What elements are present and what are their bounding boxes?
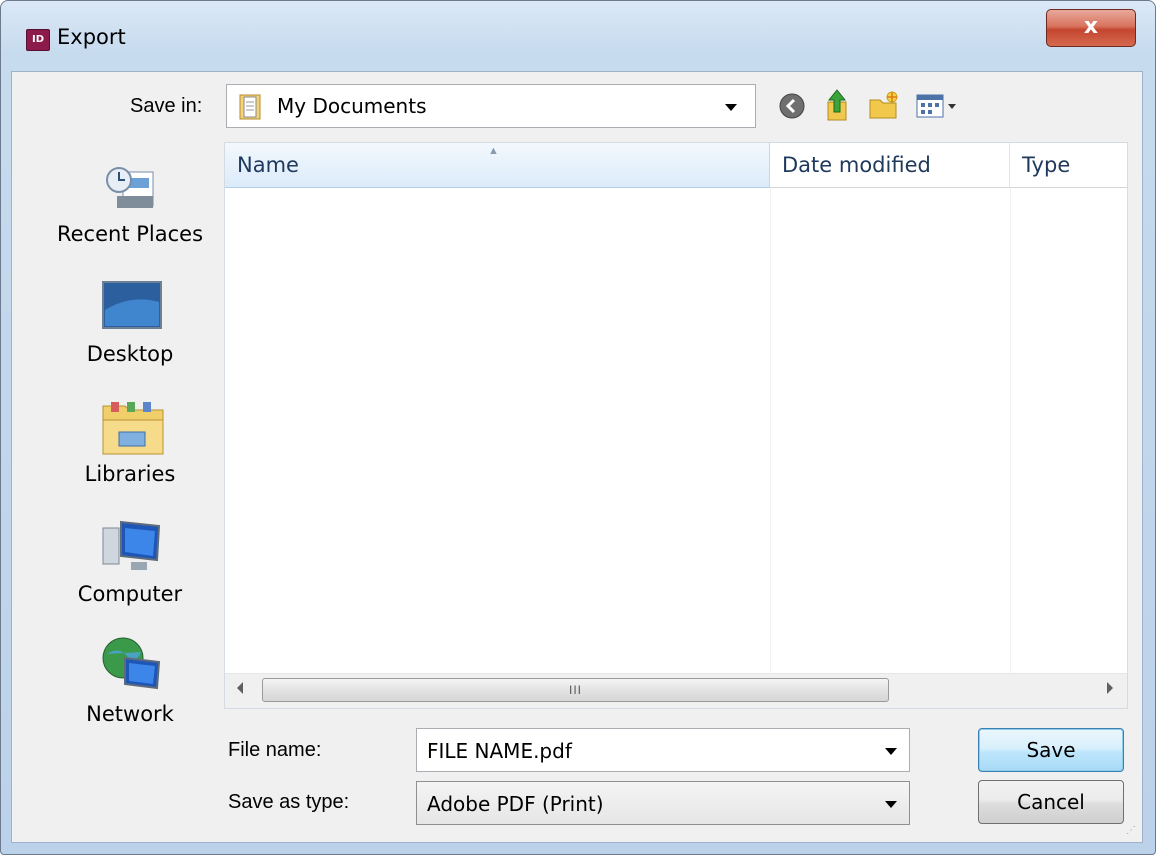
place-label: Desktop	[86, 342, 174, 366]
column-divider	[770, 188, 771, 673]
export-dialog: ID Export x Save in: My Documents Recent…	[0, 0, 1156, 855]
scroll-right-icon[interactable]	[1107, 682, 1113, 694]
documents-folder-icon	[239, 94, 261, 120]
network-icon	[102, 637, 161, 690]
place-label: Network	[86, 702, 174, 726]
save-in-value: My Documents	[277, 94, 427, 118]
view-menu-icon[interactable]	[916, 92, 960, 120]
file-name-label: File name:	[228, 739, 322, 761]
chevron-down-icon[interactable]	[885, 748, 897, 755]
save-as-type-value: Adobe PDF (Print)	[427, 792, 604, 816]
place-label: Recent Places	[56, 222, 204, 246]
place-libraries[interactable]: Libraries	[40, 388, 220, 498]
column-header-label: Type	[1022, 153, 1071, 177]
new-folder-icon[interactable]	[868, 90, 900, 120]
scrollbar-thumb[interactable]: III	[262, 678, 889, 702]
file-name-combobox[interactable]: FILE NAME.pdf	[416, 728, 910, 772]
dialog-content: Save in: My Documents Recent Places Desk…	[11, 71, 1143, 843]
indesign-app-icon: ID	[26, 29, 50, 51]
up-folder-icon[interactable]	[822, 88, 852, 122]
chevron-down-icon	[885, 801, 897, 808]
cancel-button[interactable]: Cancel	[978, 780, 1124, 824]
save-as-type-dropdown[interactable]: Adobe PDF (Print)	[416, 781, 910, 825]
place-desktop[interactable]: Desktop	[40, 268, 220, 378]
scroll-left-icon[interactable]	[237, 682, 243, 694]
column-header-name[interactable]: ▲ Name	[225, 143, 770, 188]
column-header-label: Date modified	[782, 153, 931, 177]
column-divider	[1010, 188, 1011, 673]
place-computer[interactable]: Computer	[40, 508, 220, 618]
place-network[interactable]: Network	[40, 628, 220, 738]
libraries-icon	[102, 402, 164, 455]
save-in-label: Save in:	[130, 95, 203, 117]
file-name-input[interactable]: FILE NAME.pdf	[427, 739, 572, 763]
desktop-icon	[102, 281, 162, 329]
place-recent-places[interactable]: Recent Places	[40, 148, 220, 258]
file-list[interactable]: ▲ Name Date modified Type III	[224, 142, 1128, 709]
window-title: Export	[57, 25, 126, 49]
close-button[interactable]: x	[1046, 9, 1136, 47]
sort-up-icon: ▲	[488, 145, 499, 157]
chevron-down-icon	[725, 104, 737, 111]
horizontal-scrollbar[interactable]: III	[225, 673, 1127, 708]
save-in-dropdown[interactable]: My Documents	[226, 84, 756, 128]
column-header-type[interactable]: Type	[1010, 143, 1127, 188]
recent-places-icon	[106, 167, 154, 208]
place-label: Computer	[77, 582, 183, 606]
column-header-date-modified[interactable]: Date modified	[770, 143, 1010, 188]
save-button[interactable]: Save	[978, 728, 1124, 772]
title-bar[interactable]: ID Export x	[1, 1, 1155, 71]
computer-icon	[102, 520, 161, 570]
save-as-type-label: Save as type:	[228, 791, 350, 813]
place-label: Libraries	[84, 462, 176, 486]
resize-grip-icon[interactable]: ⋰	[1126, 825, 1136, 836]
back-icon[interactable]	[778, 92, 806, 120]
scrollbar-grip: III	[568, 683, 582, 697]
column-header-label: Name	[237, 153, 299, 177]
